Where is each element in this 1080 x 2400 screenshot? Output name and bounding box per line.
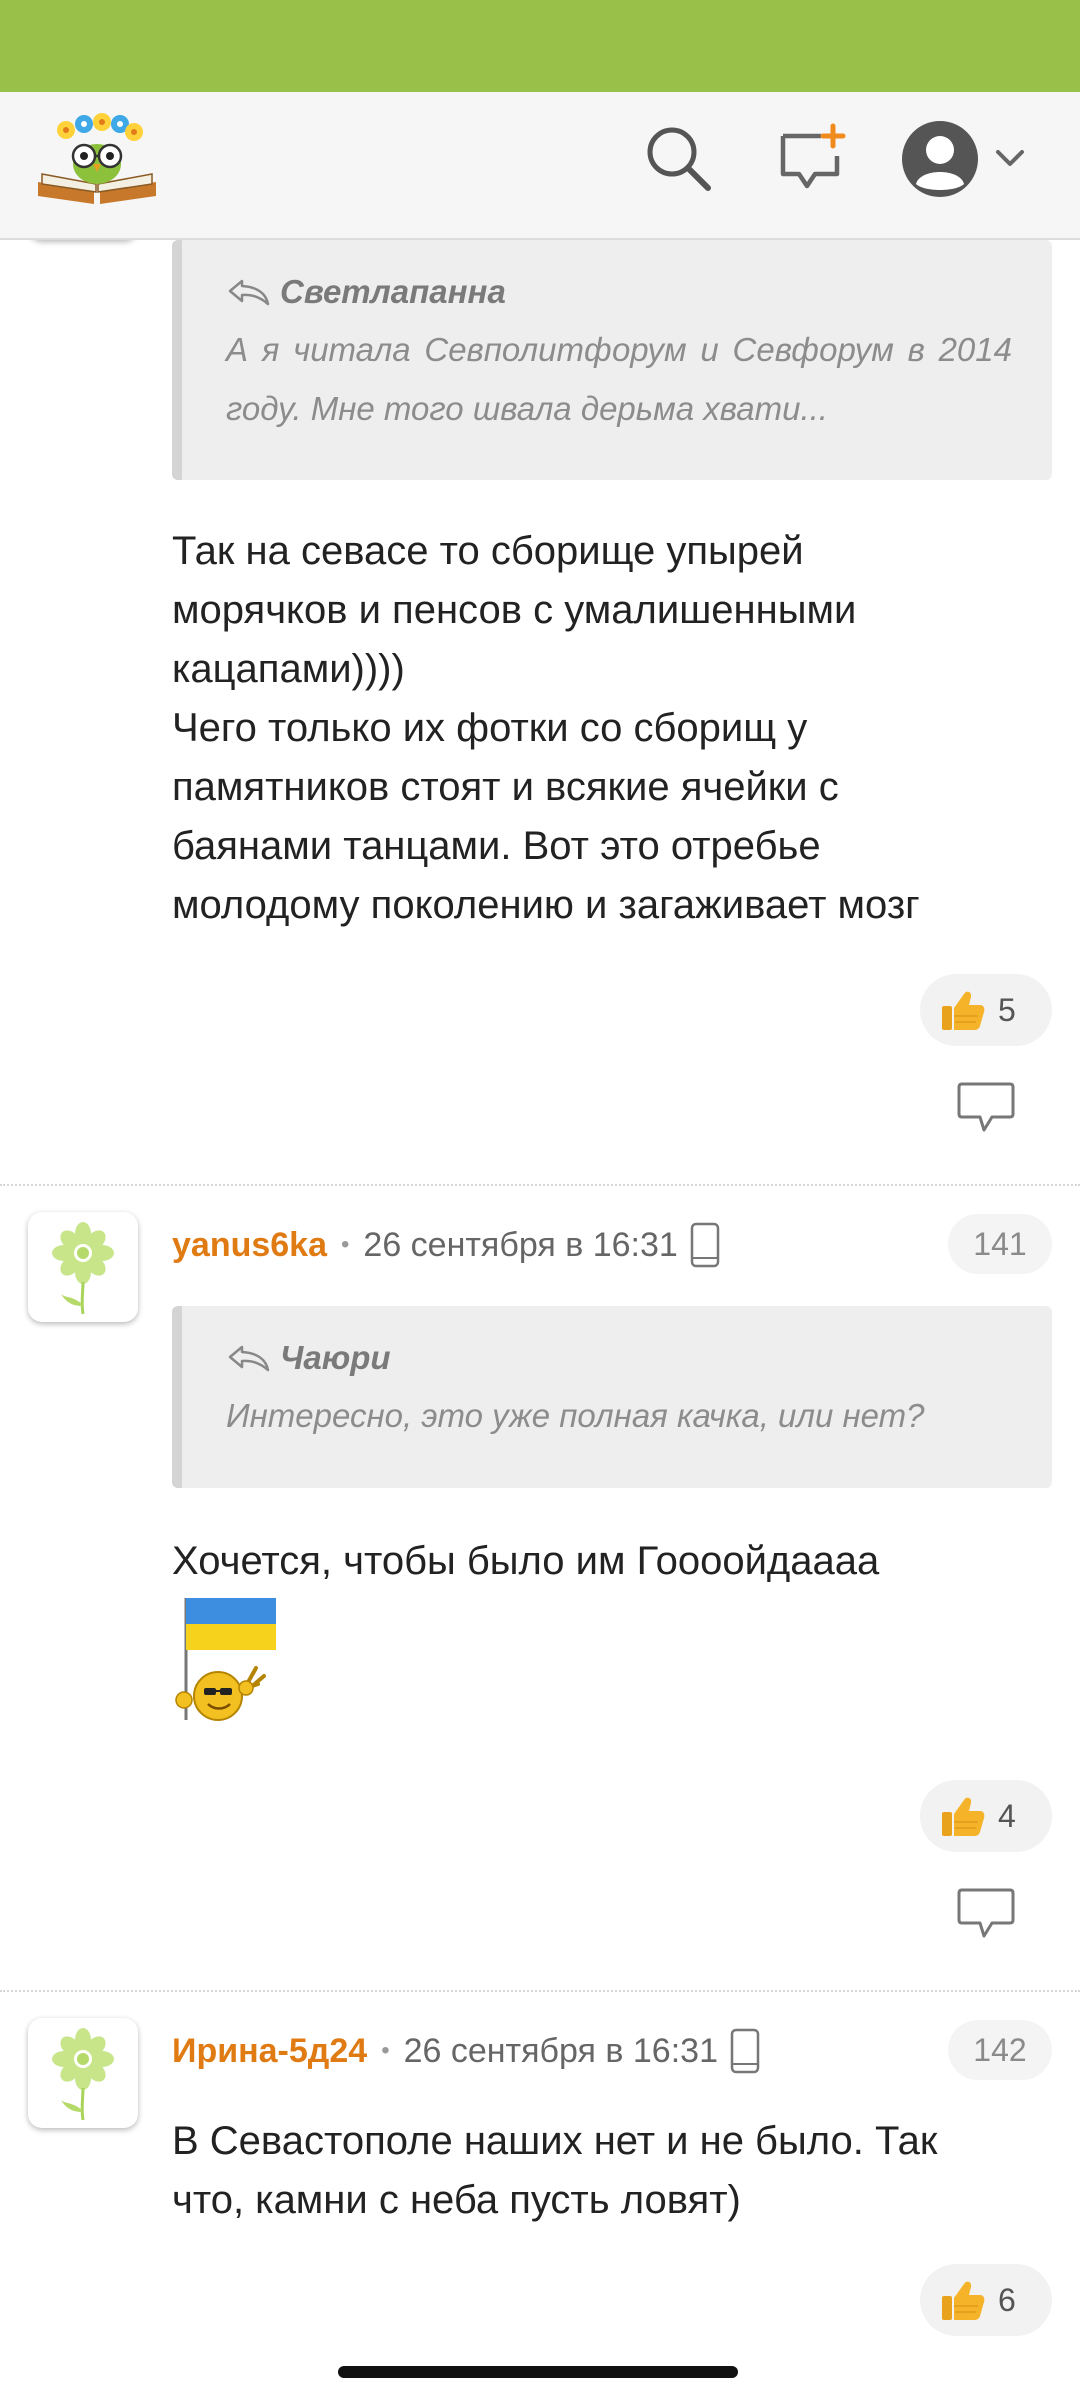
comment-number[interactable]: 141 (948, 1214, 1052, 1274)
like-button[interactable]: 5 (920, 974, 1052, 1046)
comment-divider (0, 1184, 1080, 1186)
comment-line: молодому поколению и загаживает мозг (172, 883, 920, 927)
comment-number[interactable]: 142 (948, 2020, 1052, 2080)
comment-line: морячков и пенсов с умалишенными (172, 588, 857, 632)
home-indicator[interactable] (338, 2366, 738, 2378)
status-bar (0, 0, 1080, 92)
quote-author[interactable]: Чаюри (280, 1339, 391, 1377)
quote-reply-icon (226, 277, 272, 307)
comment-author[interactable]: Ирина-5д24 (172, 2032, 367, 2071)
comment-divider (0, 1990, 1080, 1992)
comment-text: В Севастополе наших нет и не было. Так ч… (172, 2112, 1052, 2230)
commenter-avatar[interactable] (28, 1212, 138, 1322)
thumbs-up-icon (938, 1792, 986, 1840)
like-count: 4 (998, 1797, 1016, 1834)
new-post-icon[interactable] (775, 122, 847, 194)
comment-line: В Севастополе наших нет и не было. Так (172, 2119, 938, 2163)
commenter-avatar[interactable] (28, 2018, 138, 2128)
thumbs-up-icon (938, 2276, 986, 2324)
meta-separator: • (381, 2037, 390, 2064)
mobile-device-icon (730, 2028, 760, 2074)
comment-line: баянами танцами. Вот это отребье (172, 824, 821, 868)
comment-line: Чего только их фотки со сборищ у (172, 706, 808, 750)
user-avatar-icon[interactable] (898, 118, 1038, 200)
comment-meta: Ирина-5д24 • 26 сентября в 16:31 (172, 2026, 760, 2076)
reply-bubble-icon (956, 1078, 1016, 1136)
quote-author[interactable]: Светлапанна (280, 273, 506, 311)
flower-avatar-icon (43, 1220, 123, 1316)
like-count: 5 (998, 991, 1016, 1028)
comment-date: 26 сентября в 16:31 (403, 2031, 718, 2070)
like-count: 6 (998, 2281, 1016, 2318)
thumbs-up-icon (938, 986, 986, 1034)
comment-line: что, камни с неба пусть ловят) (172, 2178, 741, 2222)
like-button[interactable]: 4 (920, 1780, 1052, 1852)
quote-text: А я читала Севполитфорум и Севфорум в 20… (226, 331, 1012, 427)
like-button[interactable]: 6 (920, 2264, 1052, 2336)
comment-line: Так на севасе то сборище упырей (172, 529, 804, 573)
book-owl-logo[interactable] (34, 108, 160, 208)
user-menu[interactable] (898, 118, 1038, 200)
comment-line: Хочется, чтобы было им Гоооойдаааа (172, 1539, 880, 1583)
comment-line: кацапами)))) (172, 647, 405, 691)
flower-avatar-icon (43, 2026, 123, 2122)
comment-text: Так на севасе то сборище упырей морячков… (172, 522, 1052, 935)
comments-feed: Светлапанна А я читала Севполитфорум и С… (0, 240, 1080, 2400)
mobile-device-icon (690, 1222, 720, 1268)
comment-date: 26 сентября в 16:31 (363, 1225, 678, 1264)
app-header (0, 92, 1080, 240)
ukraine-flag-smiley (172, 1592, 282, 1732)
comment-meta: yanus6ka • 26 сентября в 16:31 (172, 1220, 720, 1270)
reply-button[interactable] (956, 1884, 1016, 1942)
meta-separator: • (341, 1231, 350, 1258)
comment-line: памятников стоят и всякие ячейки с (172, 765, 839, 809)
quote-text: Интересно, это уже полная качка, или нет… (226, 1397, 925, 1434)
quoted-comment[interactable]: Светлапанна А я читала Севполитфорум и С… (172, 240, 1052, 480)
reply-bubble-icon (956, 1884, 1016, 1942)
comment-text: Хочется, чтобы было им Гоооойдаааа (172, 1532, 1052, 1591)
reply-button[interactable] (956, 1078, 1016, 1136)
quoted-comment[interactable]: Чаюри Интересно, это уже полная качка, и… (172, 1306, 1052, 1488)
search-icon[interactable] (642, 122, 714, 194)
quote-reply-icon (226, 1343, 272, 1373)
comment-author[interactable]: yanus6ka (172, 1226, 327, 1265)
